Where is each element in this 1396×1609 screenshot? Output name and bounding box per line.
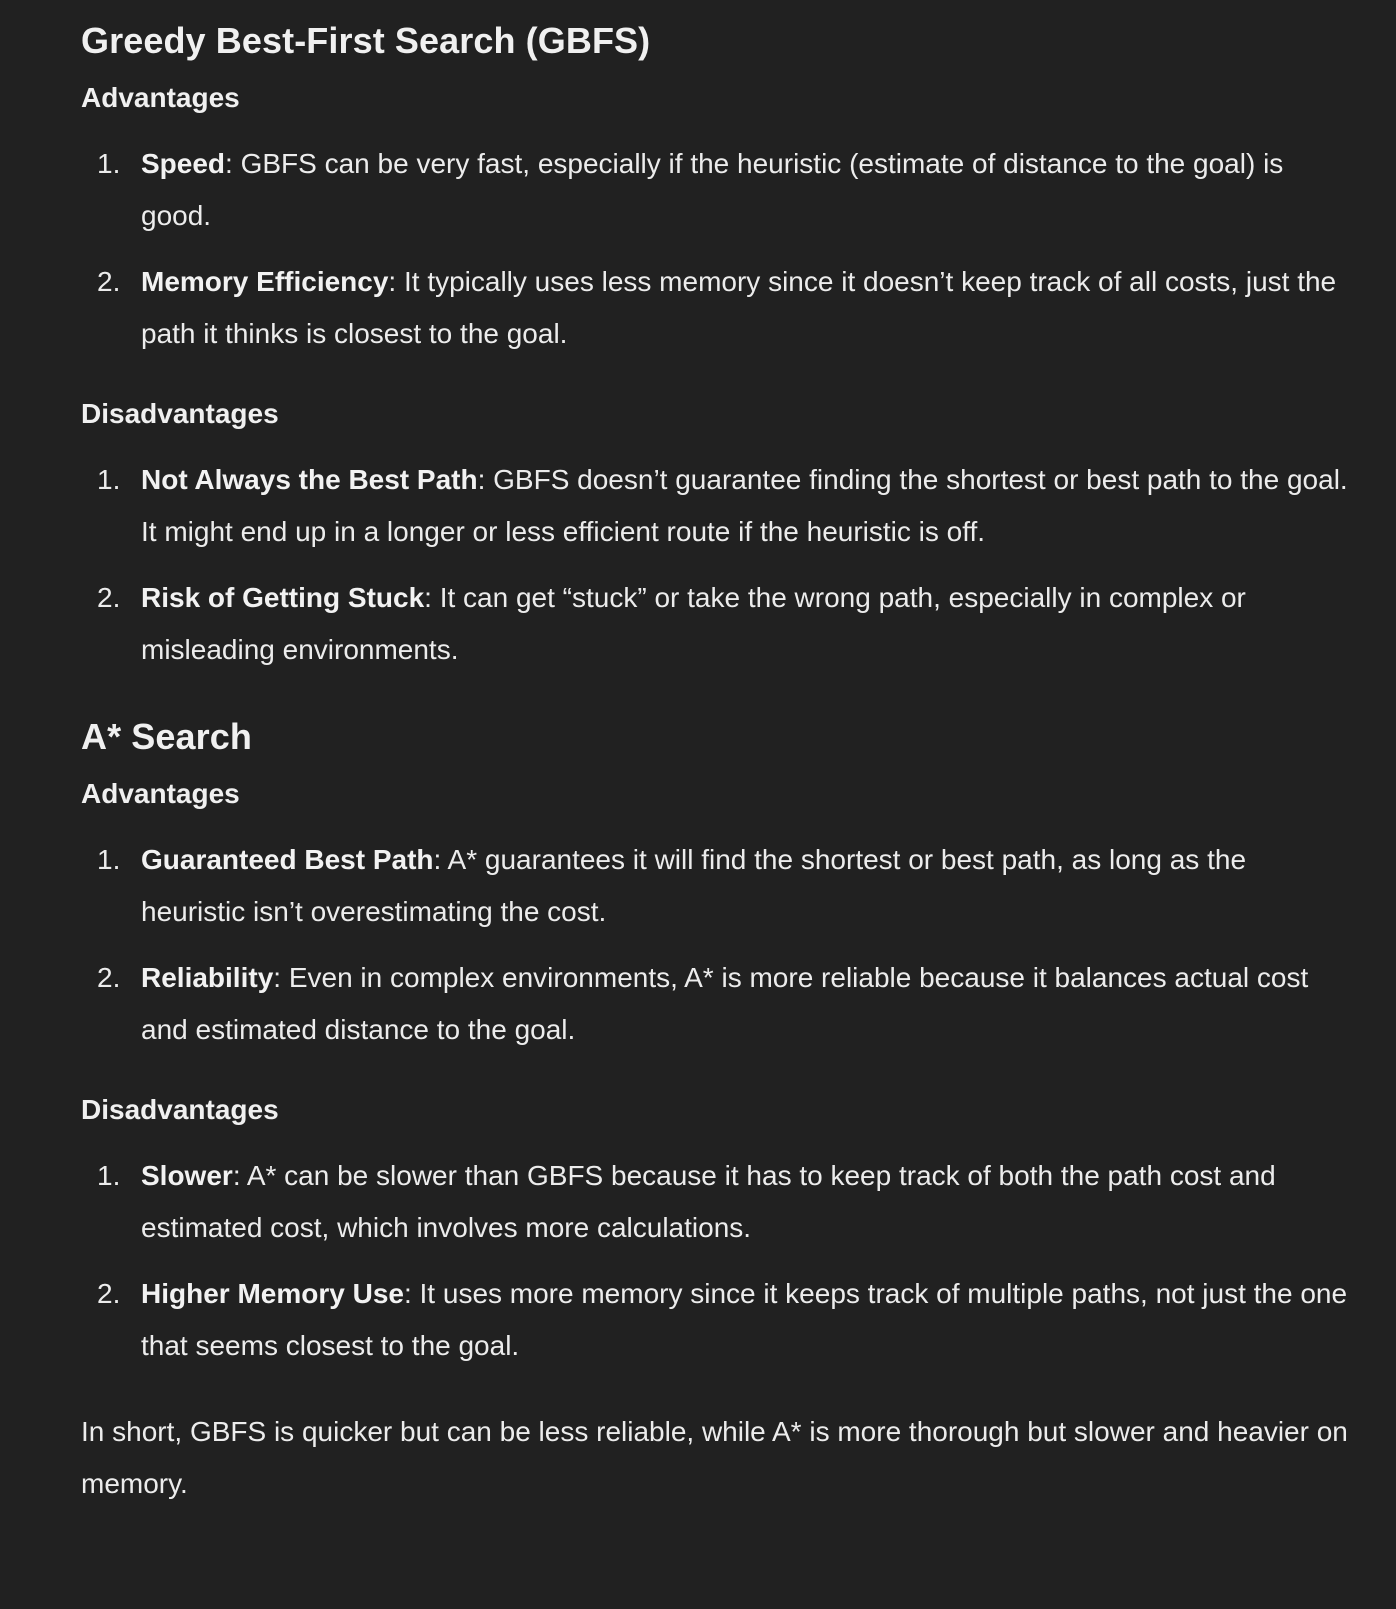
list-text: : Even in complex environments, A* is mo…	[141, 962, 1309, 1045]
list-item: 1. Not Always the Best Path: GBFS doesn’t…	[81, 454, 1356, 558]
list-number: 2.	[97, 266, 121, 297]
gbfs-advantages-heading: Advantages	[81, 82, 240, 113]
list-term: Guaranteed Best Path	[141, 844, 434, 875]
list-item: 1. Speed: GBFS can be very fast, especial…	[81, 138, 1356, 242]
list-term: Higher Memory Use	[141, 1278, 404, 1309]
list-text: : A* can be slower than GBFS because it …	[141, 1160, 1276, 1243]
list-term: Speed	[141, 148, 226, 179]
astar-disadvantages-list: 1. Slower: A* can be slower than GBFS bec…	[81, 1150, 1356, 1372]
summary-paragraph: In short, GBFS is quicker but can be les…	[81, 1416, 1348, 1499]
response-content: Greedy Best-First Search (GBFS) Advantag…	[0, 0, 1396, 1510]
list-number: 2.	[97, 582, 121, 613]
list-number: 1.	[97, 464, 121, 495]
gbfs-disadvantages-heading: Disadvantages	[81, 398, 279, 429]
astar-advantages-heading: Advantages	[81, 778, 240, 809]
list-number: 2.	[97, 962, 121, 993]
list-item: 2. Risk of Getting Stuck: It can get “stu…	[81, 572, 1356, 676]
list-item: 2. Higher Memory Use: It uses more memory…	[81, 1268, 1356, 1372]
list-number: 2.	[97, 1278, 121, 1309]
list-number: 1.	[97, 148, 121, 179]
list-item: 1. Slower: A* can be slower than GBFS bec…	[81, 1150, 1356, 1254]
list-term: Not Always the Best Path	[141, 464, 478, 495]
list-term: Risk of Getting Stuck	[141, 582, 425, 613]
list-item: 2. Reliability: Even in complex environme…	[81, 952, 1356, 1056]
section-title-gbfs: Greedy Best-First Search (GBFS)	[81, 20, 651, 61]
list-term: Reliability	[141, 962, 274, 993]
astar-disadvantages-heading: Disadvantages	[81, 1094, 279, 1125]
list-number: 1.	[97, 844, 121, 875]
list-text: : GBFS can be very fast, especially if t…	[141, 148, 1284, 231]
list-number: 1.	[97, 1160, 121, 1191]
list-term: Slower	[141, 1160, 233, 1191]
list-item: 2. Memory Efficiency: It typically uses l…	[81, 256, 1356, 360]
list-term: Memory Efficiency	[141, 266, 389, 297]
astar-advantages-list: 1. Guaranteed Best Path: A* guarantees it…	[81, 834, 1356, 1056]
section-title-astar: A* Search	[81, 716, 252, 757]
list-item: 1. Guaranteed Best Path: A* guarantees it…	[81, 834, 1356, 938]
gbfs-disadvantages-list: 1. Not Always the Best Path: GBFS doesn’t…	[81, 454, 1356, 676]
gbfs-advantages-list: 1. Speed: GBFS can be very fast, especial…	[81, 138, 1356, 360]
